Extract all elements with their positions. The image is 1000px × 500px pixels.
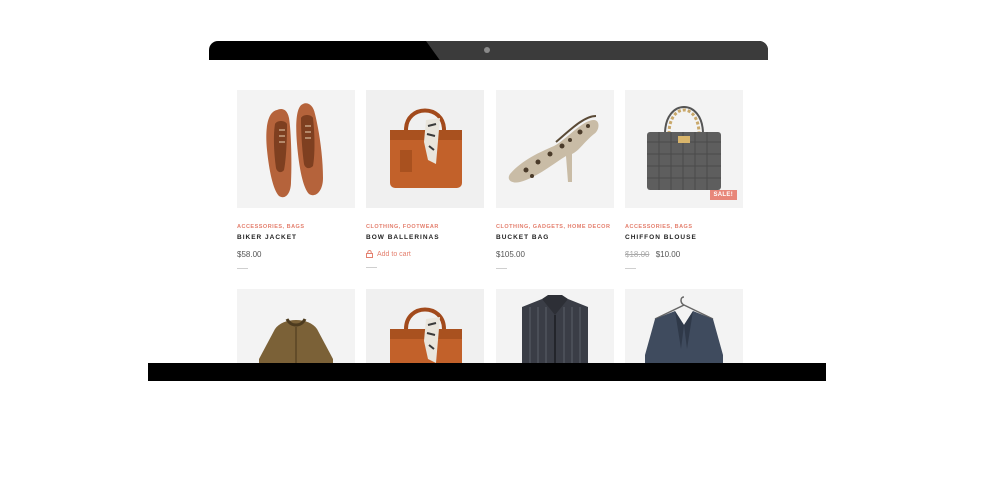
product-image-denim-jacket[interactable] [625, 289, 743, 363]
product-title[interactable]: BUCKET BAG [496, 234, 614, 241]
product-category[interactable]: CLOTHING, GADGETS, HOME DECOR [496, 224, 614, 230]
add-to-cart-button[interactable]: Add to cart [366, 250, 484, 258]
price-value: $58.00 [237, 250, 262, 259]
divider [237, 268, 248, 269]
product-image-striped-shirt[interactable] [496, 289, 614, 363]
laptop-lid-bezel [209, 41, 768, 60]
bezel-sheen [426, 41, 768, 60]
price-value: $10.00 [655, 250, 681, 259]
divider [366, 267, 377, 268]
divider [496, 268, 507, 269]
product-price: $58.00 [237, 250, 355, 259]
product-card[interactable] [496, 289, 614, 363]
product-price: $105.00 [496, 250, 614, 259]
product-price: $18.00 $10.00 [625, 250, 743, 259]
product-category[interactable]: ACCESSORIES, BAGS [237, 224, 355, 230]
old-price: $18.00 [625, 250, 650, 259]
product-image-brogue-shoes[interactable] [237, 90, 355, 208]
product-card[interactable]: SALE! ACCESSORIES, BAGS CHIFFON BLOUSE $… [625, 90, 743, 269]
product-image-leopard-heels[interactable] [496, 90, 614, 208]
add-to-cart-label[interactable]: Add to cart [377, 251, 411, 258]
product-title[interactable]: BOW BALLERINAS [366, 234, 484, 241]
product-image-leather-handbag[interactable] [366, 90, 484, 208]
product-image-leather-handbag[interactable] [366, 289, 484, 363]
product-card[interactable]: CLOTHING, GADGETS, HOME DECOR BUCKET BAG… [496, 90, 614, 269]
price-value: $105.00 [496, 250, 525, 259]
product-title[interactable]: BIKER JACKET [237, 234, 355, 241]
lock-icon [366, 250, 373, 258]
product-image-quilted-bag[interactable]: SALE! [625, 90, 743, 208]
product-category[interactable]: CLOTHING, FOOTWEAR [366, 224, 484, 230]
product-card[interactable] [237, 289, 355, 363]
product-card[interactable] [366, 289, 484, 363]
product-card[interactable]: CLOTHING, FOOTWEAR BOW BALLERINAS Add to… [366, 90, 484, 268]
laptop-base [148, 363, 826, 381]
product-title[interactable]: CHIFFON BLOUSE [625, 234, 743, 241]
camera-icon [484, 47, 490, 53]
product-card[interactable]: ACCESSORIES, BAGS BIKER JACKET $58.00 [237, 90, 355, 269]
sale-badge: SALE! [709, 190, 737, 200]
product-category[interactable]: ACCESSORIES, BAGS [625, 224, 743, 230]
product-card[interactable] [625, 289, 743, 363]
product-image-quilted-jacket[interactable] [237, 289, 355, 363]
divider [625, 268, 636, 269]
laptop-screen: ACCESSORIES, BAGS BIKER JACKET $58.00 CL… [209, 60, 768, 363]
